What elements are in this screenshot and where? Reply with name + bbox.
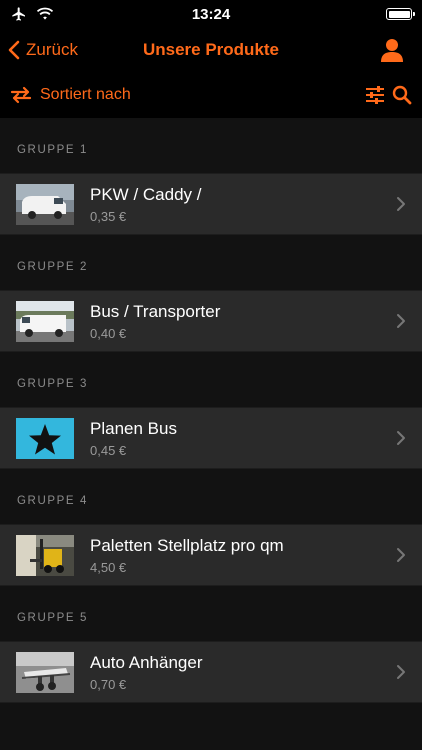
item-price: 4,50 €	[90, 560, 127, 575]
forklift-photo-thumbnail	[16, 535, 74, 576]
back-label: Zurück	[26, 40, 78, 59]
trailer-photo-thumbnail	[16, 652, 74, 693]
chevron-right-icon	[397, 314, 405, 328]
item-price: 0,35 €	[90, 209, 127, 224]
item-title: Bus / Transporter	[90, 302, 221, 321]
item-title: PKW / Caddy /	[90, 185, 202, 204]
filter-sliders-icon[interactable]	[364, 84, 386, 106]
item-title: Planen Bus	[90, 419, 177, 438]
list-item[interactable]: Paletten Stellplatz pro qm 4,50 €	[0, 524, 422, 586]
sort-button[interactable]: Sortiert nach	[10, 72, 131, 118]
chevron-right-icon	[397, 665, 405, 679]
item-title: Paletten Stellplatz pro qm	[90, 536, 284, 555]
tool-bar: Sortiert nach	[0, 72, 422, 118]
list-item[interactable]: PKW / Caddy / 0,35 €	[0, 173, 422, 235]
chevron-left-icon	[8, 40, 20, 60]
transporter-photo-thumbnail	[16, 301, 74, 342]
group-header: GRUPPE 2	[17, 261, 88, 273]
group-header: GRUPPE 5	[17, 612, 88, 624]
group-header: GRUPPE 1	[17, 144, 88, 156]
swap-arrows-icon	[10, 86, 32, 104]
chevron-right-icon	[397, 548, 405, 562]
status-bar: 13:24	[0, 0, 422, 28]
item-price: 0,45 €	[90, 443, 127, 458]
nav-bar: Zurück Unsere Produkte	[0, 28, 422, 72]
van-photo-thumbnail	[16, 184, 74, 225]
product-list: GRUPPE 1 PKW / Caddy / 0,35 € GRUPPE 2 B…	[0, 118, 422, 703]
item-title: Auto Anhänger	[90, 653, 203, 672]
chevron-right-icon	[397, 431, 405, 445]
user-icon[interactable]	[378, 36, 406, 64]
list-item[interactable]: Planen Bus 0,45 €	[0, 407, 422, 469]
sort-label: Sortiert nach	[40, 86, 131, 103]
battery-icon	[386, 8, 415, 20]
list-item[interactable]: Auto Anhänger 0,70 €	[0, 641, 422, 703]
group-header: GRUPPE 4	[17, 495, 88, 507]
list-item[interactable]: Bus / Transporter 0,40 €	[0, 290, 422, 352]
status-time: 13:24	[191, 6, 231, 23]
item-price: 0,70 €	[90, 677, 127, 692]
search-icon[interactable]	[391, 84, 413, 106]
star-icon-thumbnail	[16, 418, 74, 459]
chevron-right-icon	[397, 197, 405, 211]
back-button[interactable]: Zurück	[8, 28, 78, 72]
group-header: GRUPPE 3	[17, 378, 88, 390]
item-price: 0,40 €	[90, 326, 127, 341]
